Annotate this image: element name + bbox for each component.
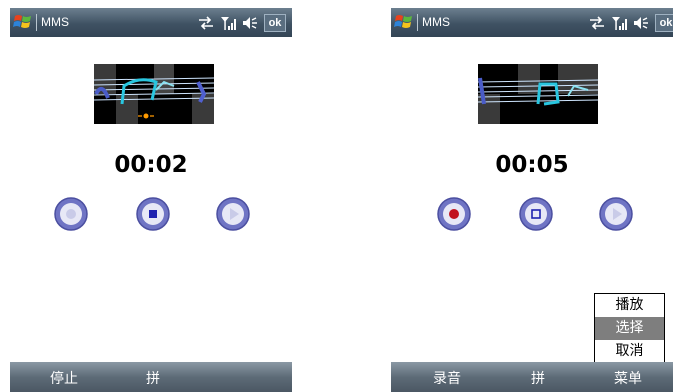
recording-animation-image	[478, 64, 598, 124]
status-area: ok	[589, 13, 673, 33]
recording-timer: 00:02	[114, 152, 188, 178]
record-icon	[66, 209, 76, 219]
recorder-screen-left: MMS ok 00:02 停止 拼	[10, 8, 292, 392]
window-title: MMS	[422, 15, 450, 29]
stop-button[interactable]	[135, 196, 171, 232]
title-separator	[417, 14, 418, 31]
title-bar: MMS ok	[391, 8, 673, 37]
stop-button[interactable]	[518, 196, 554, 232]
sync-icon[interactable]	[198, 16, 214, 30]
signal-icon[interactable]	[611, 15, 627, 31]
signal-icon[interactable]	[220, 15, 236, 31]
input-method-key[interactable]: 拼	[146, 368, 160, 388]
status-area: ok	[198, 13, 286, 33]
soft-key-right[interactable]: 菜单	[614, 368, 642, 388]
menu-item-cancel[interactable]: 取消	[595, 340, 664, 363]
windows-logo-icon[interactable]	[394, 12, 414, 32]
soft-key-left[interactable]: 停止	[50, 368, 78, 388]
play-button[interactable]	[215, 196, 251, 232]
record-button[interactable]	[436, 196, 472, 232]
stop-icon	[149, 210, 157, 218]
record-icon	[449, 209, 459, 219]
volume-icon[interactable]	[633, 16, 649, 30]
context-menu: 播放 选择 取消	[594, 293, 665, 364]
sync-icon[interactable]	[589, 16, 605, 30]
window-title: MMS	[41, 15, 69, 29]
recording-animation-image	[94, 64, 214, 124]
soft-key-bar: 停止 拼	[10, 362, 292, 392]
title-separator	[36, 14, 37, 31]
record-button[interactable]	[53, 196, 89, 232]
title-bar: MMS ok	[10, 8, 292, 37]
recorder-screen-right: MMS ok 00:05 播放 选择 取消 录音 拼 菜单	[391, 8, 673, 392]
volume-icon[interactable]	[242, 16, 258, 30]
windows-logo-icon[interactable]	[13, 12, 33, 32]
menu-item-play[interactable]: 播放	[595, 294, 664, 317]
input-method-key[interactable]: 拼	[531, 368, 545, 388]
menu-item-select[interactable]: 选择	[595, 317, 664, 340]
soft-key-bar: 录音 拼 菜单	[391, 362, 673, 392]
ok-button[interactable]: ok	[655, 14, 673, 32]
play-button[interactable]	[598, 196, 634, 232]
recording-timer: 00:05	[495, 152, 569, 178]
ok-button[interactable]: ok	[264, 14, 286, 32]
soft-key-left[interactable]: 录音	[433, 368, 461, 388]
